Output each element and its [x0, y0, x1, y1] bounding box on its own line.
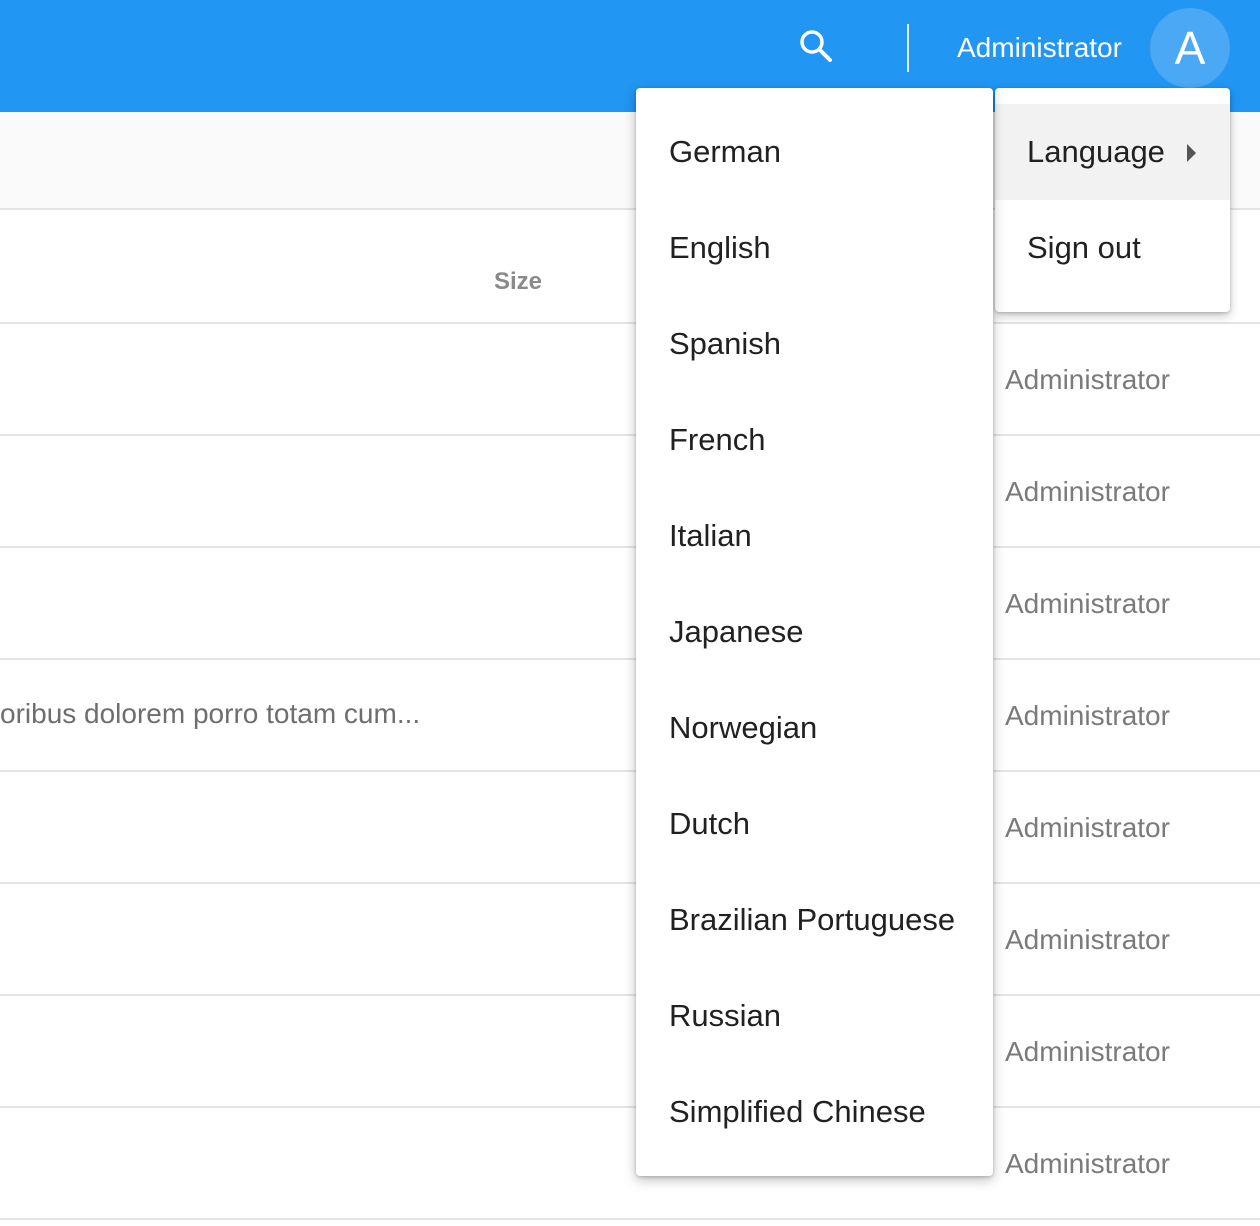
- row-author: Administrator: [1005, 700, 1170, 731]
- row-description: oribus dolorem porro totam cum...: [0, 698, 421, 729]
- language-option-english[interactable]: English: [636, 200, 993, 296]
- language-option-dutch[interactable]: Dutch: [636, 776, 993, 872]
- language-option-japanese[interactable]: Japanese: [636, 584, 993, 680]
- language-option-italian[interactable]: Italian: [636, 488, 993, 584]
- table-row[interactable]: Administrator: [0, 436, 1260, 548]
- language-option-french[interactable]: French: [636, 392, 993, 488]
- table-row[interactable]: Administrator: [0, 772, 1260, 884]
- menu-item-sign-out[interactable]: Sign out: [995, 200, 1230, 296]
- chevron-right-icon: [1187, 144, 1196, 162]
- row-author: Administrator: [1005, 812, 1170, 843]
- avatar[interactable]: A: [1150, 8, 1230, 88]
- language-option-german[interactable]: German: [636, 104, 993, 200]
- user-name[interactable]: Administrator: [957, 30, 1122, 66]
- menu-item-label: Sign out: [1027, 230, 1141, 265]
- table-row[interactable]: Administrator: [0, 996, 1260, 1108]
- header-divider: [907, 24, 909, 72]
- language-option-simplified-chinese[interactable]: Simplified Chinese: [636, 1064, 993, 1160]
- language-option-brazilian-portuguese[interactable]: Brazilian Portuguese: [636, 872, 993, 968]
- menu-item-label: Language: [1027, 134, 1165, 169]
- search-button[interactable]: [788, 20, 844, 76]
- column-header-size[interactable]: Size: [494, 268, 542, 296]
- user-menu: Language Sign out: [995, 88, 1230, 312]
- language-option-spanish[interactable]: Spanish: [636, 296, 993, 392]
- row-author: Administrator: [1005, 476, 1170, 507]
- table-row[interactable]: Administrator: [0, 884, 1260, 996]
- table-row[interactable]: oribus dolorem porro totam cum... Admini…: [0, 660, 1260, 772]
- table-row[interactable]: Administrator: [0, 1108, 1260, 1220]
- table-row[interactable]: Administrator: [0, 324, 1260, 436]
- row-author: Administrator: [1005, 588, 1170, 619]
- language-option-russian[interactable]: Russian: [636, 968, 993, 1064]
- search-icon: [796, 26, 836, 71]
- table-row[interactable]: Administrator: [0, 548, 1260, 660]
- row-author: Administrator: [1005, 1148, 1170, 1179]
- language-option-norwegian[interactable]: Norwegian: [636, 680, 993, 776]
- row-author: Administrator: [1005, 364, 1170, 395]
- menu-item-language[interactable]: Language: [995, 104, 1230, 200]
- row-author: Administrator: [1005, 924, 1170, 955]
- row-author: Administrator: [1005, 1036, 1170, 1067]
- language-menu: German English Spanish French Italian Ja…: [636, 88, 993, 1176]
